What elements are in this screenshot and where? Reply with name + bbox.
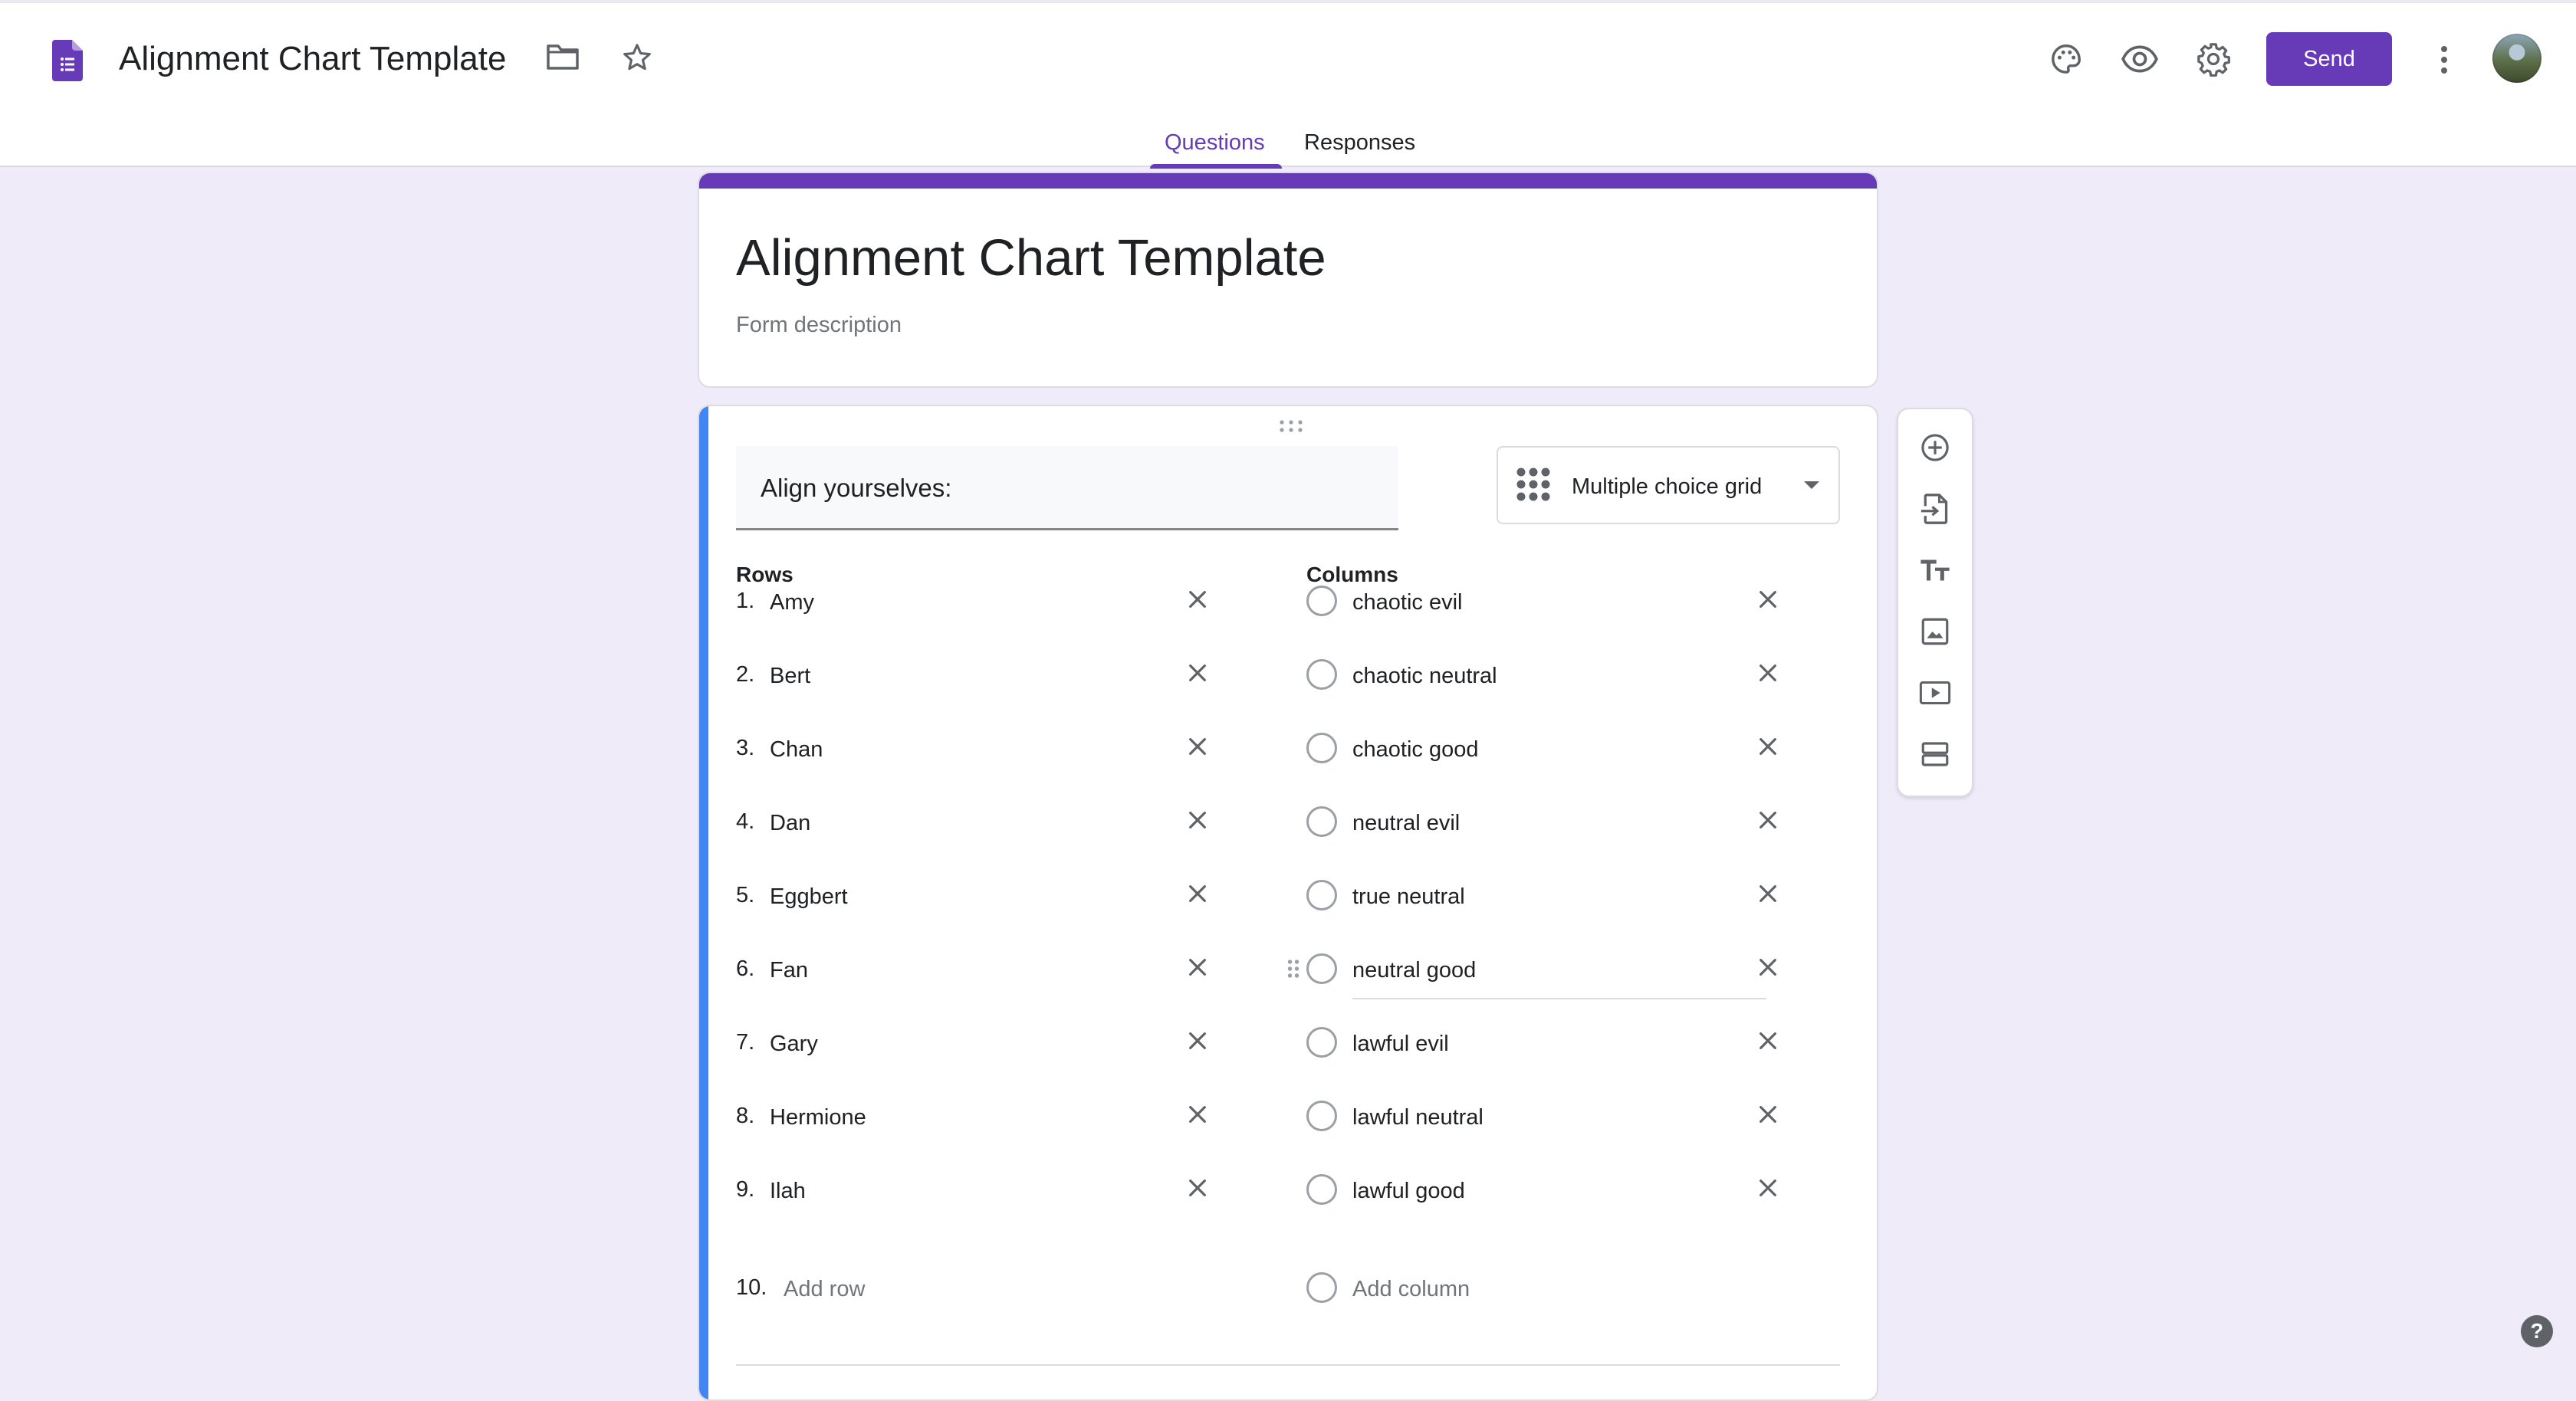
column-item[interactable]: neutral evil: [699, 805, 1849, 851]
grid-icon: [1516, 468, 1550, 501]
form-title[interactable]: Alignment Chart Template: [736, 224, 1326, 293]
add-column-label[interactable]: Add column: [1352, 1272, 1470, 1306]
add-question-icon[interactable]: [1898, 417, 1972, 478]
radio-icon: [1306, 733, 1337, 763]
help-icon[interactable]: ?: [2521, 1315, 2553, 1347]
drag-handle-icon[interactable]: [1278, 418, 1304, 438]
chevron-down-icon: [1804, 481, 1819, 489]
column-label[interactable]: chaotic good: [1352, 733, 1478, 766]
question-type-dropdown[interactable]: Multiple choice grid: [1497, 446, 1840, 524]
divider: [736, 1364, 1840, 1366]
form-description-field[interactable]: Form description: [736, 313, 902, 338]
radio-icon: [1306, 659, 1337, 690]
more-vert-icon[interactable]: [2432, 43, 2456, 77]
column-item[interactable]: chaotic evil: [699, 584, 1849, 630]
radio-icon: [1306, 806, 1337, 837]
radio-icon: [1306, 880, 1337, 910]
remove-column-icon[interactable]: [1756, 808, 1780, 836]
remove-column-icon[interactable]: [1756, 661, 1780, 689]
tab-questions[interactable]: Questions: [1165, 126, 1265, 159]
settings-gear-icon[interactable]: [2196, 41, 2231, 77]
radio-icon: [1306, 1101, 1337, 1131]
column-item[interactable]: lawful neutral: [699, 1099, 1849, 1145]
forms-doc-icon[interactable]: [52, 40, 83, 81]
column-item[interactable]: neutral good: [699, 952, 1849, 999]
tab-bar: Questions Responses: [0, 126, 2576, 170]
title-card-accent: [699, 173, 1877, 189]
remove-column-icon[interactable]: [1756, 955, 1780, 983]
remove-column-icon[interactable]: [1756, 881, 1780, 910]
column-label[interactable]: lawful neutral: [1352, 1101, 1484, 1134]
import-questions-icon[interactable]: [1898, 478, 1972, 540]
question-side-toolbar: [1897, 408, 1973, 797]
column-label[interactable]: neutral good: [1352, 953, 1476, 987]
top-bar: Alignment Chart Template Send Questions …: [0, 0, 2576, 170]
column-label[interactable]: lawful good: [1352, 1174, 1465, 1208]
radio-icon: [1306, 1027, 1337, 1058]
avatar[interactable]: [2492, 34, 2542, 83]
palette-icon[interactable]: [2049, 41, 2084, 77]
remove-column-icon[interactable]: [1756, 1029, 1780, 1057]
question-title-text: Align yourselves:: [761, 474, 952, 502]
radio-icon: [1306, 1272, 1337, 1303]
focused-input-underline: [1352, 998, 1766, 999]
column-item[interactable]: chaotic neutral: [699, 658, 1849, 704]
drag-handle-icon[interactable]: [1286, 956, 1300, 985]
column-label[interactable]: lawful evil: [1352, 1027, 1449, 1061]
column-label[interactable]: neutral evil: [1352, 806, 1460, 840]
add-section-icon[interactable]: [1898, 723, 1972, 785]
star-icon[interactable]: [621, 41, 653, 74]
column-item[interactable]: lawful evil: [699, 1025, 1849, 1071]
column-item[interactable]: lawful good: [699, 1173, 1849, 1219]
tab-responses[interactable]: Responses: [1304, 126, 1415, 159]
remove-column-icon[interactable]: [1756, 734, 1780, 763]
send-button[interactable]: Send: [2266, 32, 2392, 86]
folder-icon[interactable]: [546, 41, 580, 72]
question-title-input[interactable]: Align yourselves:: [736, 446, 1398, 530]
column-item[interactable]: true neutral: [699, 878, 1849, 924]
app-title[interactable]: Alignment Chart Template: [119, 34, 506, 84]
remove-column-icon[interactable]: [1756, 1102, 1780, 1130]
radio-icon: [1306, 953, 1337, 984]
question-card[interactable]: Align yourselves: Multiple choice grid R…: [698, 405, 1878, 1401]
add-column[interactable]: Add column: [699, 1271, 1849, 1317]
column-label[interactable]: true neutral: [1352, 880, 1465, 914]
column-label[interactable]: chaotic neutral: [1352, 659, 1497, 693]
remove-column-icon[interactable]: [1756, 1176, 1780, 1204]
remove-column-icon[interactable]: [1756, 587, 1780, 615]
add-image-icon[interactable]: [1898, 601, 1972, 662]
radio-icon: [1306, 586, 1337, 616]
active-tab-indicator: [1150, 164, 1282, 169]
radio-icon: [1306, 1174, 1337, 1205]
form-title-card[interactable]: Alignment Chart Template Form descriptio…: [698, 172, 1878, 388]
column-label[interactable]: chaotic evil: [1352, 586, 1462, 619]
add-title-icon[interactable]: [1898, 540, 1972, 601]
question-type-label: Multiple choice grid: [1572, 474, 1763, 499]
column-item[interactable]: chaotic good: [699, 731, 1849, 777]
add-video-icon[interactable]: [1898, 662, 1972, 723]
preview-eye-icon[interactable]: [2121, 43, 2159, 75]
